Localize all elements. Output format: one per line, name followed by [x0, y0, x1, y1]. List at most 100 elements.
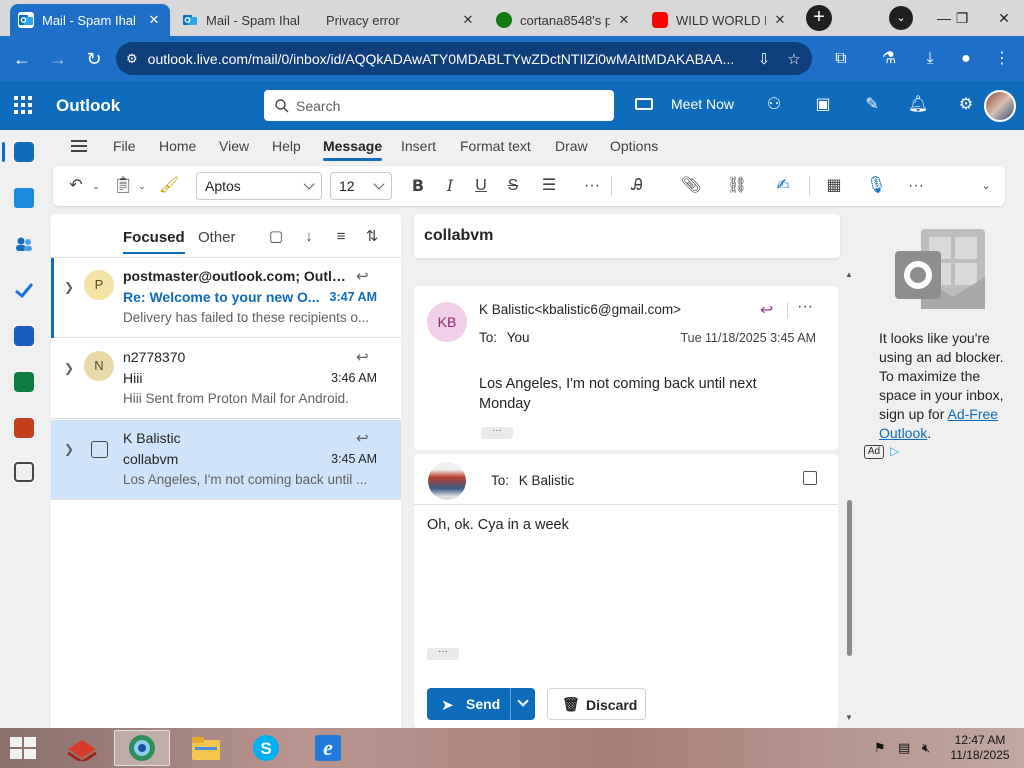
message-row[interactable]: ❯ N n2778370 ↩ Hiii 3:46 AM Hiii Sent fr… — [51, 339, 401, 419]
select-checkbox[interactable] — [91, 441, 108, 458]
labs-icon[interactable]: ⚗ — [878, 48, 900, 70]
taskbar-skype[interactable]: S — [240, 730, 292, 766]
people-icon[interactable] — [14, 234, 34, 254]
browser-tab-2[interactable]: Mail - Spam Ihal — [174, 4, 326, 36]
mail-icon[interactable] — [14, 142, 34, 162]
line-spacing-icon[interactable]: ☰ — [535, 175, 563, 197]
tab-search-icon[interactable]: ⌄ — [889, 6, 913, 30]
send-options-chevron-icon[interactable] — [517, 695, 529, 707]
hamburger-menu-icon[interactable] — [71, 140, 87, 152]
outlook-brand[interactable]: Outlook — [56, 96, 120, 116]
pivot-focused[interactable]: Focused — [123, 229, 185, 254]
restore-icon[interactable]: ❐ — [944, 4, 980, 32]
signature-icon[interactable]: ✍ — [769, 175, 797, 197]
link-icon[interactable]: ⛓ — [723, 175, 751, 197]
address-bar[interactable]: ⚙ outlook.live.com/mail/0/inbox/id/AQQkA… — [116, 42, 812, 75]
browser-tab-5[interactable]: WILD WORLD D ✕ — [644, 4, 796, 36]
volume-muted-icon[interactable]: 🔇︎ — [922, 740, 930, 756]
windows-start-icon[interactable] — [8, 734, 38, 762]
word-app-icon[interactable]: ▣ — [812, 94, 834, 116]
profile-icon[interactable]: ● — [955, 48, 977, 70]
tab-options[interactable]: Options — [610, 138, 658, 154]
close-tab-icon[interactable]: ✕ — [772, 12, 788, 28]
taskbar-app-red[interactable] — [56, 730, 108, 766]
reply-icon[interactable]: ↩ — [356, 267, 369, 285]
excel-icon[interactable] — [14, 372, 34, 392]
downloads-icon[interactable]: ⤓ — [919, 48, 941, 70]
taskbar-app-browser[interactable] — [114, 730, 170, 766]
reply-icon[interactable]: ↩ — [760, 300, 773, 320]
expand-chevron-icon[interactable]: ❯ — [64, 361, 74, 375]
italic-icon[interactable]: I — [441, 175, 459, 197]
teams-icon[interactable]: ⚇ — [763, 94, 785, 116]
font-name-select[interactable]: Aptos — [196, 172, 322, 200]
reload-icon[interactable]: ↻ — [81, 46, 107, 72]
calendar-icon[interactable] — [14, 188, 34, 208]
message-row[interactable]: ❯ K Balistic ↩ collabvm 3:45 AM Los Ange… — [51, 420, 401, 500]
tab-insert[interactable]: Insert — [401, 138, 436, 154]
styles-icon[interactable]: Ꭿ — [623, 175, 651, 197]
new-tab-button[interactable]: + — [806, 5, 832, 31]
back-icon[interactable]: ← — [9, 46, 35, 72]
tab-view[interactable]: View — [219, 138, 249, 154]
tab-home[interactable]: Home — [159, 138, 196, 154]
notifications-bell-icon[interactable]: 🔔︎ — [907, 94, 929, 116]
expand-chevron-icon[interactable]: ❯ — [64, 280, 74, 294]
tab-message[interactable]: Message — [323, 138, 383, 161]
undo-dropdown-icon[interactable]: ⌄ — [91, 175, 101, 197]
reply-icon[interactable]: ↩ — [356, 429, 369, 447]
tab-file[interactable]: File — [113, 138, 136, 154]
attach-paperclip-icon[interactable]: 📎︎ — [677, 175, 705, 197]
more-formatting-icon[interactable]: ··· — [583, 175, 601, 197]
close-window-icon[interactable]: ✕ — [986, 4, 1022, 32]
taskbar-file-explorer[interactable] — [180, 730, 232, 766]
strikethrough-icon[interactable]: S — [504, 175, 522, 197]
account-avatar[interactable] — [984, 90, 1016, 122]
more-actions-icon[interactable]: ··· — [797, 298, 813, 316]
my-day-icon[interactable]: ✎ — [861, 94, 883, 116]
font-size-select[interactable]: 12 — [330, 172, 392, 200]
reply-icon[interactable]: ↩ — [356, 348, 369, 366]
browser-tab-1[interactable]: Mail - Spam Ihal ✕ — [10, 4, 170, 36]
app-launcher-icon[interactable] — [14, 96, 32, 114]
underline-icon[interactable]: U — [472, 175, 490, 197]
expand-chevron-icon[interactable]: ❯ — [64, 442, 74, 456]
reading-pane-scrollbar[interactable] — [847, 500, 852, 656]
forward-icon[interactable]: → — [45, 46, 71, 72]
expand-ribbon-icon[interactable]: ⌄ — [979, 175, 993, 197]
undo-icon[interactable]: ↶ — [67, 175, 85, 197]
browser-menu-icon[interactable]: ⋮ — [991, 48, 1013, 70]
scroll-down-arrow-icon[interactable]: ▼ — [845, 713, 853, 722]
todo-check-icon[interactable] — [14, 280, 34, 300]
pop-out-icon[interactable] — [803, 471, 817, 485]
scroll-up-arrow-icon[interactable]: ▲ — [845, 270, 853, 279]
compose-body[interactable]: Oh, ok. Cya in a week — [427, 517, 569, 533]
taskbar-internet-explorer[interactable]: e — [302, 730, 354, 766]
select-mode-icon[interactable]: ▢ — [267, 228, 285, 246]
sort-icon[interactable]: ⇅ — [363, 228, 381, 246]
pivot-other[interactable]: Other — [198, 229, 236, 246]
apps-grid-icon[interactable]: ▦ — [823, 175, 845, 197]
browser-tab-4[interactable]: cortana8548's p ✕ — [488, 4, 640, 36]
word-icon[interactable] — [14, 326, 34, 346]
adchoices-icon[interactable]: ▷ — [890, 444, 899, 458]
more-apps-icon[interactable] — [14, 462, 34, 482]
more-options-icon[interactable]: ··· — [906, 175, 926, 197]
close-tab-icon[interactable]: ✕ — [616, 12, 632, 28]
powerpoint-icon[interactable] — [14, 418, 34, 438]
action-center-flag-icon[interactable]: ⚑ — [874, 740, 886, 756]
filter-icon[interactable]: ≡ — [332, 228, 350, 246]
tab-help[interactable]: Help — [272, 138, 301, 154]
search-box[interactable]: Search — [264, 90, 614, 121]
paste-dropdown-icon[interactable]: ⌄ — [137, 175, 147, 197]
meet-now-button[interactable]: Meet Now — [635, 96, 734, 112]
bold-icon[interactable]: B — [409, 175, 427, 197]
discard-button[interactable]: 🗑︎ Discard — [547, 688, 646, 720]
browser-tab-3[interactable]: Privacy error ✕ — [318, 4, 484, 36]
network-icon[interactable]: ▤ — [898, 740, 910, 756]
show-quoted-text-icon[interactable]: ··· — [427, 647, 459, 660]
compose-recipients[interactable]: To: K Balistic — [491, 473, 574, 488]
jump-to-icon[interactable]: ↓ — [300, 228, 318, 246]
site-info-icon[interactable]: ⚙ — [126, 51, 138, 67]
extensions-icon[interactable]: ⧉ — [830, 48, 852, 70]
